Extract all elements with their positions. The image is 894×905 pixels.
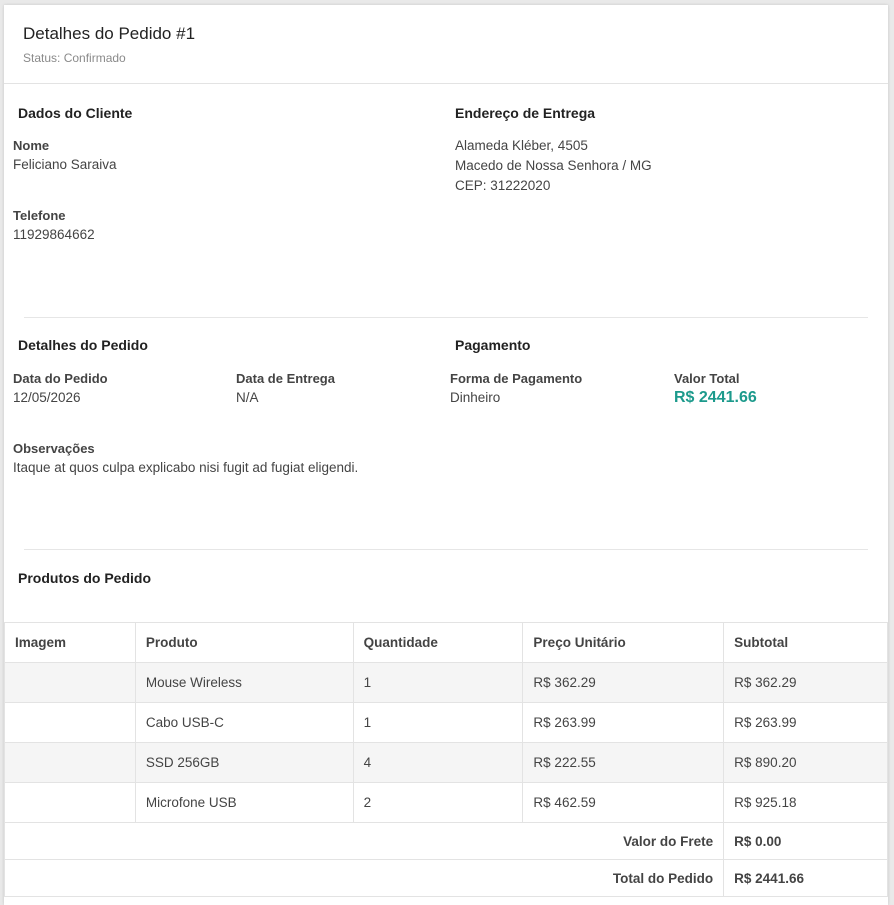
customer-section: Dados do Cliente (18, 105, 132, 121)
column-header-quantity: Quantidade (352, 622, 524, 663)
page-title: Detalhes do Pedido #1 (23, 24, 196, 43)
table-row: Cabo USB-C 1 R$ 263.99 R$ 263.99 (4, 702, 888, 743)
product-quantity: 4 (352, 742, 524, 783)
order-total-label: Total do Pedido (3, 859, 725, 897)
column-header-image: Imagem (4, 622, 136, 663)
product-unit-price: R$ 222.55 (522, 742, 725, 783)
shipping-row: Valor do Frete R$ 0.00 (3, 822, 888, 860)
customer-phone-field: Telefone 11929864662 (13, 208, 95, 242)
product-quantity: 1 (352, 662, 524, 703)
products-section: Produtos do Pedido (18, 570, 151, 586)
address-section-title: Endereço de Entrega (455, 105, 596, 121)
payment-total-label: Valor Total (674, 371, 740, 386)
address-section: Endereço de Entrega (455, 105, 595, 121)
card-header: Detalhes do Pedido #1 Status: Confirmado (4, 5, 888, 84)
product-unit-price: R$ 263.99 (522, 702, 725, 743)
order-date-label: Data do Pedido (13, 371, 108, 386)
product-name: Microfone USB (134, 782, 354, 823)
delivery-date-label: Data de Entrega (236, 371, 335, 386)
product-subtotal: R$ 362.29 (723, 662, 888, 703)
order-section: Detalhes do Pedido (18, 337, 148, 353)
payment-total-value: R$ 2441.66 (674, 389, 757, 406)
table-row: Mouse Wireless 1 R$ 362.29 R$ 362.29 (4, 662, 888, 703)
address-line-street: Alameda Kléber, 4505 (455, 138, 588, 153)
divider (24, 317, 868, 318)
payment-method-label: Forma de Pagamento (450, 371, 583, 386)
product-subtotal: R$ 925.18 (723, 782, 888, 823)
divider (24, 549, 868, 550)
column-header-subtotal: Subtotal (723, 622, 888, 663)
product-subtotal: R$ 263.99 (723, 702, 888, 743)
payment-section-title: Pagamento (455, 337, 531, 353)
product-quantity: 2 (352, 782, 524, 823)
product-image-cell (4, 662, 136, 703)
order-total-value: R$ 2441.66 (723, 859, 888, 897)
payment-method-value: Dinheiro (450, 390, 501, 405)
product-subtotal: R$ 890.20 (723, 742, 888, 783)
product-image-cell (4, 742, 136, 783)
product-name: Mouse Wireless (134, 662, 354, 703)
customer-name-label: Nome (13, 138, 50, 153)
order-date-field: Data do Pedido 12/05/2026 (13, 371, 108, 405)
product-quantity: 1 (352, 702, 524, 743)
customer-name-value: Feliciano Saraiva (13, 157, 117, 172)
payment-method-field: Forma de Pagamento Dinheiro (450, 371, 582, 405)
order-status: Status: Confirmado (23, 51, 126, 65)
notes-field: Observações Itaque at quos culpa explica… (13, 441, 358, 475)
table-row: SSD 256GB 4 R$ 222.55 R$ 890.20 (4, 742, 888, 783)
notes-label: Observações (13, 441, 95, 456)
customer-phone-value: 11929864662 (13, 227, 95, 242)
product-name: Cabo USB-C (134, 702, 354, 743)
delivery-date-value: N/A (236, 390, 259, 405)
order-total-row: Total do Pedido R$ 2441.66 (3, 859, 888, 897)
address-line-city: Macedo de Nossa Senhora / MG (455, 158, 652, 173)
column-header-product: Produto (134, 622, 354, 663)
table-row: Microfone USB 2 R$ 462.59 R$ 925.18 (4, 782, 888, 823)
address-line-cep: CEP: 31222020 (455, 178, 551, 193)
payment-total-field: Valor Total R$ 2441.66 (674, 371, 757, 407)
customer-name-field: Nome Feliciano Saraiva (13, 138, 117, 172)
payment-section: Pagamento (455, 337, 530, 353)
address-lines: Alameda Kléber, 4505 Macedo de Nossa Sen… (455, 136, 652, 196)
product-unit-price: R$ 362.29 (522, 662, 725, 703)
products-table: Imagem Produto Quantidade Preço Unitário… (3, 622, 888, 897)
product-unit-price: R$ 462.59 (522, 782, 725, 823)
shipping-value: R$ 0.00 (723, 822, 888, 860)
product-name: SSD 256GB (134, 742, 354, 783)
order-section-title: Detalhes do Pedido (18, 337, 148, 353)
column-header-unit-price: Preço Unitário (522, 622, 725, 663)
product-image-cell (4, 702, 136, 743)
customer-section-title: Dados do Cliente (18, 105, 133, 121)
shipping-label: Valor do Frete (3, 822, 725, 860)
order-details-card: Detalhes do Pedido #1 Status: Confirmado… (3, 5, 888, 905)
product-image-cell (4, 782, 136, 823)
products-section-title: Produtos do Pedido (18, 570, 151, 586)
customer-phone-label: Telefone (13, 208, 66, 223)
table-header-row: Imagem Produto Quantidade Preço Unitário… (4, 622, 888, 663)
delivery-date-field: Data de Entrega N/A (236, 371, 335, 405)
order-date-value: 12/05/2026 (13, 390, 81, 405)
notes-value: Itaque at quos culpa explicabo nisi fugi… (13, 460, 359, 475)
